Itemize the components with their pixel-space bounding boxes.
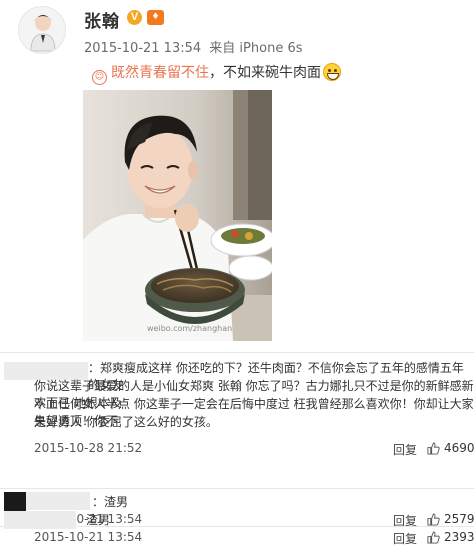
weibo-post: 张翰 V ♦ 2015-10-21 13:54 来自 iPhone 6s ☺ 既然… (0, 0, 474, 352)
grin-emoji-icon (323, 63, 341, 81)
comment-text-line: 是好男人 你委屈了这么好的女孩。 (34, 415, 218, 429)
post-username[interactable]: 张翰 (84, 7, 120, 32)
reply-button[interactable]: 回复 (393, 530, 417, 547)
comment-avatar[interactable] (4, 511, 76, 529)
user-avatar[interactable] (18, 6, 66, 54)
post-photo[interactable] (83, 90, 272, 341)
verified-v-icon: V (127, 10, 142, 25)
post-source: 来自 iPhone 6s (209, 41, 303, 56)
photo-watermark: weibo.com/zhanghan (147, 324, 233, 333)
post-text: ☺ 既然青春留不住，不如来碗牛肉面 (92, 62, 341, 85)
topic-link[interactable]: 既然青春留不住 (111, 65, 209, 81)
comment-text-line: 渣男 (86, 513, 111, 527)
vip-icon: ♦ (147, 10, 164, 25)
thumbs-up-icon[interactable] (427, 442, 440, 455)
comment-item: ：郑爽瘦成这样 你还吃的下？还牛肉面？不信你会忘了五年的感情五年的女友 你说这辈… (0, 360, 474, 482)
post-meta: 2015-10-21 13:54 来自 iPhone 6s (84, 37, 307, 56)
comment-date: 2015-10-28 21:52 (34, 441, 143, 455)
topic-icon: ☺ (92, 70, 107, 85)
like-count: 4690 (444, 441, 474, 455)
comment-divider (0, 488, 474, 489)
reply-button[interactable]: 回复 (393, 441, 417, 458)
thumbs-up-icon[interactable] (427, 531, 440, 544)
comment-username-blurred[interactable] (26, 492, 90, 510)
like-count: 2393 (444, 530, 474, 544)
post-body: ，不如来碗牛肉面 (209, 65, 321, 81)
post-divider (0, 352, 474, 353)
post-timestamp[interactable]: 2015-10-21 13:54 (84, 41, 201, 56)
comment-item: 渣男 2015-10-21 13:54 回复 2393 (0, 509, 474, 551)
comment-date: 2015-10-21 13:54 (34, 530, 143, 544)
